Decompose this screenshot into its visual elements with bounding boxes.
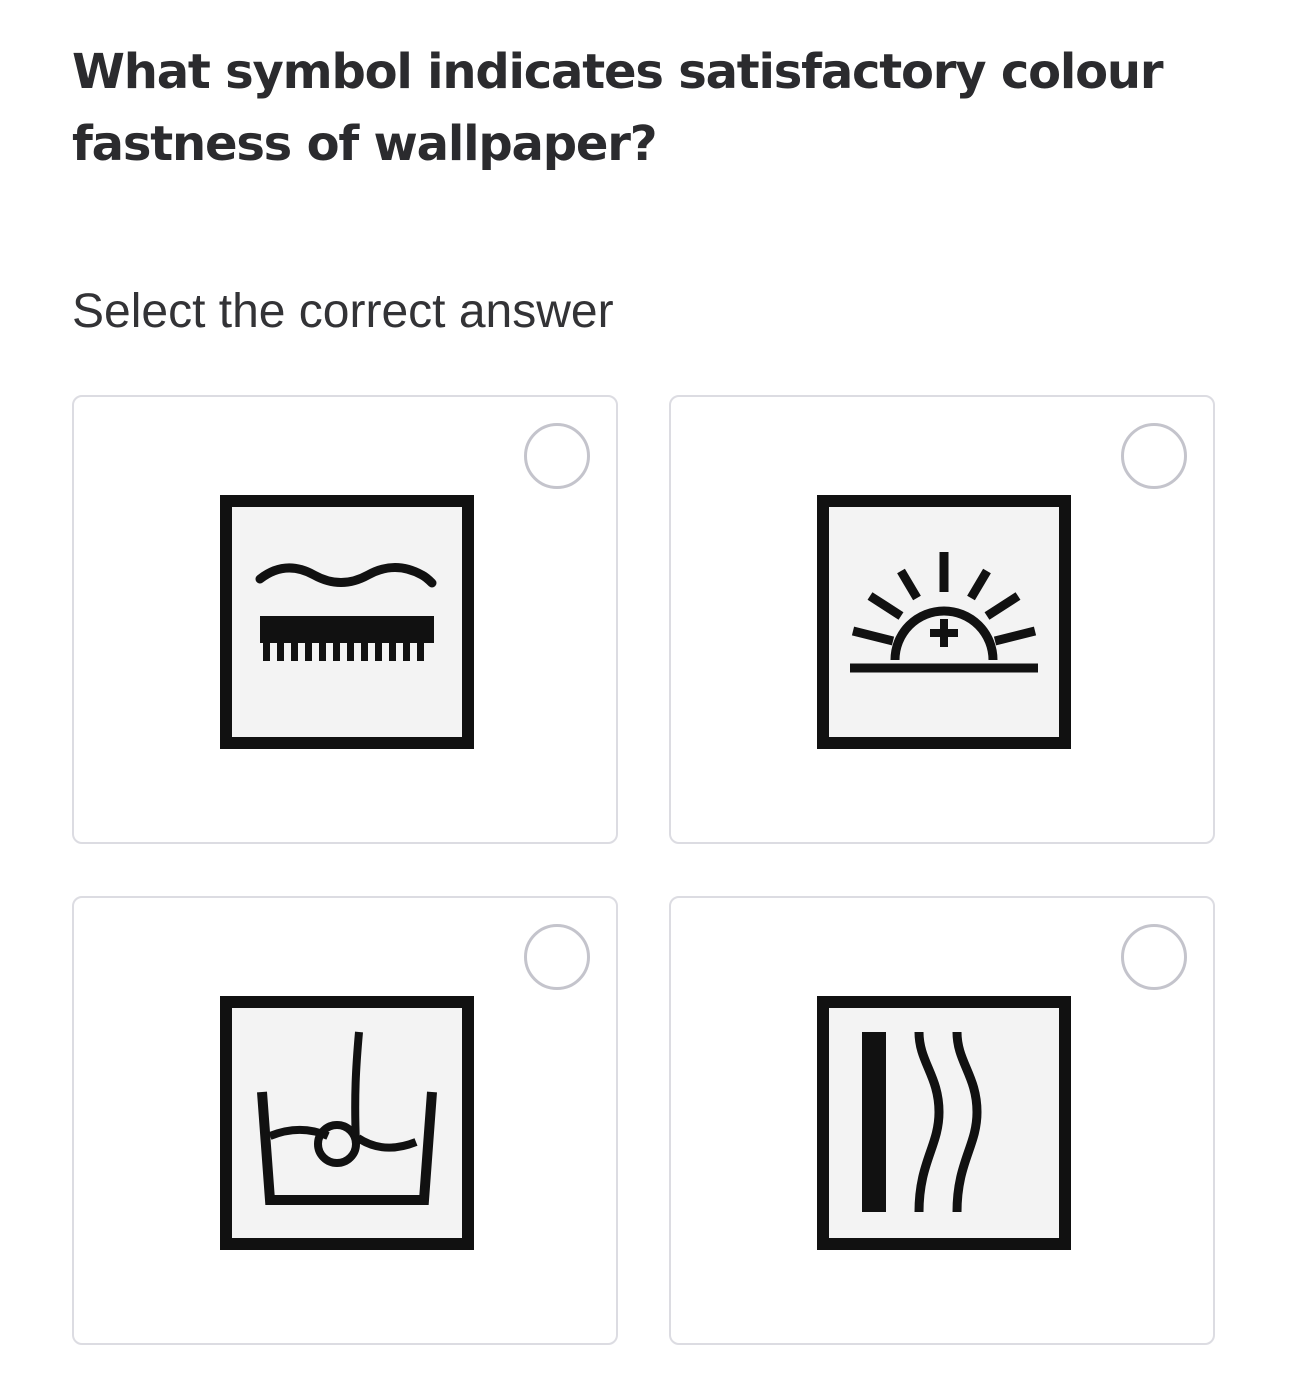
straight-match-icon bbox=[817, 996, 1071, 1250]
question-title: What symbol indicates satisfactory colou… bbox=[72, 44, 1164, 172]
answer-option-1-radio[interactable] bbox=[524, 423, 590, 489]
light-fastness-sun-icon bbox=[817, 495, 1071, 749]
scrubbable-brush-icon bbox=[220, 495, 474, 749]
answer-option-4[interactable] bbox=[669, 896, 1215, 1345]
answer-option-3[interactable] bbox=[72, 896, 618, 1345]
answer-option-4-radio[interactable] bbox=[1121, 924, 1187, 990]
answer-option-2[interactable] bbox=[669, 395, 1215, 844]
answer-option-2-radio[interactable] bbox=[1121, 423, 1187, 489]
answer-option-1[interactable] bbox=[72, 395, 618, 844]
answer-option-3-radio[interactable] bbox=[524, 924, 590, 990]
instruction-text: Select the correct answer bbox=[72, 285, 614, 338]
paste-the-paper-icon bbox=[220, 996, 474, 1250]
